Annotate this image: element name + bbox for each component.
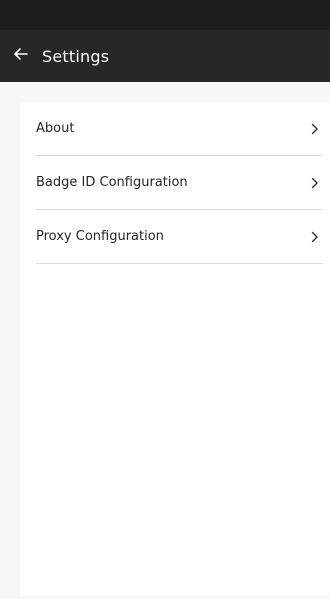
settings-content: About Badge ID Configuration Proxy Confi… [0, 82, 330, 599]
settings-item-label: About [36, 121, 75, 136]
settings-item-proxy-configuration[interactable]: Proxy Configuration [36, 210, 322, 264]
settings-list: About Badge ID Configuration Proxy Confi… [36, 102, 322, 264]
chevron-right-icon [310, 122, 320, 136]
page-title: Settings [42, 46, 110, 66]
chevron-right-icon [310, 176, 320, 190]
settings-item-about[interactable]: About [36, 102, 322, 156]
arrow-left-icon [13, 46, 29, 66]
chevron-right-icon [310, 230, 320, 244]
settings-item-label: Badge ID Configuration [36, 175, 188, 190]
settings-item-label: Proxy Configuration [36, 229, 164, 244]
settings-item-badge-id-configuration[interactable]: Badge ID Configuration [36, 156, 322, 210]
app-bar: Settings [0, 30, 330, 82]
settings-panel: About Badge ID Configuration Proxy Confi… [20, 102, 330, 596]
status-bar [0, 0, 330, 30]
back-button[interactable] [0, 30, 42, 82]
